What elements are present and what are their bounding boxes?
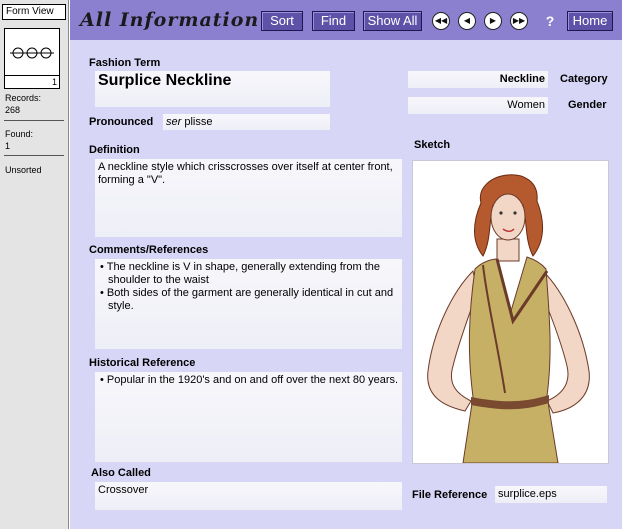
- fashion-term-label: Fashion Term: [89, 57, 161, 69]
- pronounced-rest: plisse: [184, 116, 213, 128]
- help-button[interactable]: ?: [542, 11, 558, 31]
- file-reference-label: File Reference: [412, 489, 488, 501]
- category-field[interactable]: Neckline: [408, 71, 548, 88]
- last-record-icon[interactable]: ▶▶: [510, 12, 528, 30]
- records-label: Records:: [5, 93, 42, 103]
- book-page-number: 1: [51, 77, 57, 87]
- list-item: • Both sides of the garment are generall…: [100, 287, 394, 312]
- next-record-icon[interactable]: ▶: [484, 12, 502, 30]
- first-record-icon[interactable]: ◀◀: [432, 12, 450, 30]
- status-area: Form View 1 Records: 268 Found: 1 Unsort…: [0, 0, 69, 529]
- pronounced-stressed-syllable: ser: [166, 116, 182, 128]
- pronounced-label: Pronounced: [89, 116, 154, 128]
- pronounced-field[interactable]: ser plisse: [163, 114, 330, 130]
- status-divider: [4, 120, 64, 121]
- comments-label: Comments/References: [89, 244, 209, 256]
- category-label: Category: [560, 73, 608, 85]
- sort-button[interactable]: Sort: [261, 11, 303, 31]
- find-button[interactable]: Find: [312, 11, 355, 31]
- fashion-term-field[interactable]: Surplice Neckline: [95, 71, 330, 107]
- definition-label: Definition: [89, 144, 140, 156]
- gender-field[interactable]: Women: [408, 97, 548, 114]
- found-label: Found:: [5, 129, 34, 139]
- sketch-container[interactable]: [412, 160, 609, 464]
- definition-field[interactable]: A neckline style which crisscrosses over…: [95, 159, 402, 237]
- sort-status: Unsorted: [5, 165, 42, 175]
- list-item: • The neckline is V in shape, generally …: [100, 261, 381, 286]
- comments-field[interactable]: • The neckline is V in shape, generally …: [95, 259, 402, 349]
- header-bar: All Information Sort Find Show All ◀◀ ◀ …: [70, 0, 622, 40]
- historical-reference-label: Historical Reference: [89, 357, 196, 369]
- list-item: • Popular in the 1920's and on and off o…: [100, 374, 399, 386]
- also-called-field[interactable]: Crossover: [95, 482, 402, 510]
- book-rings-icon: [10, 47, 54, 59]
- file-reference-field[interactable]: surplice.eps: [495, 486, 607, 503]
- historical-reference-field[interactable]: • Popular in the 1920's and on and off o…: [95, 372, 402, 462]
- layout-label: Form View: [6, 6, 54, 17]
- layout-title: All Information: [80, 9, 260, 31]
- show-all-button[interactable]: Show All: [363, 11, 422, 31]
- records-count: 268: [5, 105, 21, 115]
- status-divider: [4, 155, 64, 156]
- home-button[interactable]: Home: [567, 11, 613, 31]
- record-book-icon[interactable]: 1: [4, 28, 60, 89]
- also-called-label: Also Called: [91, 467, 151, 479]
- gender-label: Gender: [568, 99, 607, 111]
- previous-record-icon[interactable]: ◀: [458, 12, 476, 30]
- sketch-label: Sketch: [414, 139, 451, 151]
- layout-selector[interactable]: Form View: [2, 4, 66, 20]
- fashion-sketch-image: [427, 174, 590, 463]
- found-count: 1: [5, 141, 11, 151]
